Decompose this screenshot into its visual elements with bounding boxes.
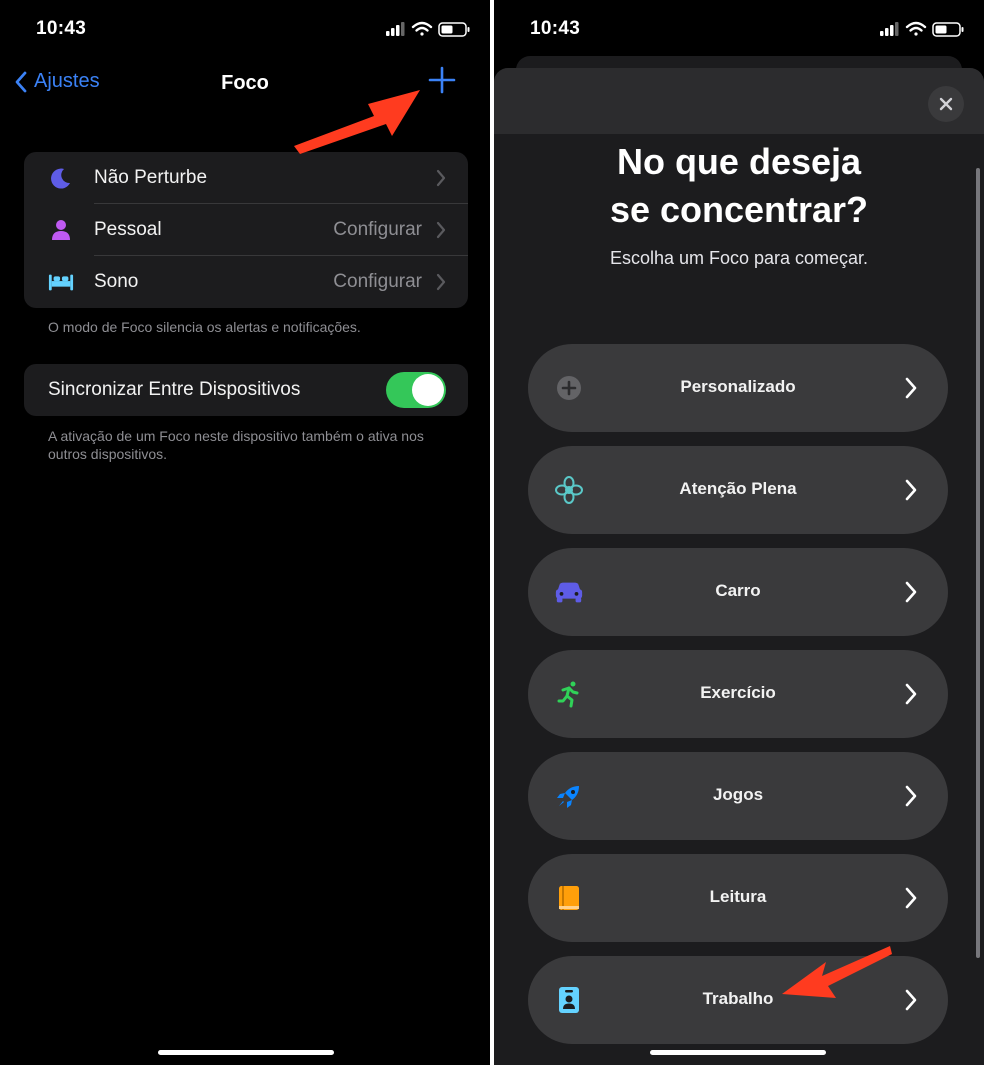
chevron-right-icon [905,683,917,705]
sync-label: Sincronizar Entre Dispositivos [48,379,301,400]
person-icon [48,217,74,243]
focus-option-personalizado[interactable]: Personalizado [528,344,948,432]
close-button[interactable] [928,86,964,122]
sheet-header [494,68,984,134]
home-indicator [650,1050,826,1055]
focus-row-sono[interactable]: Sono Configurar [24,256,468,308]
moon-icon [48,165,74,191]
status-time: 10:43 [530,18,581,39]
option-label: Carro [715,581,761,600]
sheet-title-line2: se concentrar? [609,189,869,230]
left-screen: 10:43 Ajustes Foco Não Perturbe Pessoal … [0,0,490,1065]
wifi-icon [411,21,433,36]
battery-icon [932,22,964,37]
focus-row-value: Configurar [333,271,422,292]
focus-option-jogos[interactable]: Jogos [528,752,948,840]
status-time: 10:43 [36,18,87,39]
focus-option-atencao-plena[interactable]: Atenção Plena [528,446,948,534]
option-label: Jogos [712,785,764,804]
annotation-arrow [782,946,892,998]
battery-icon [438,22,470,37]
close-icon [939,97,953,111]
toggle-knob [412,374,444,406]
sheet-subtitle: Escolha um Foco para começar. [609,248,869,268]
status-icons [880,21,964,37]
status-bar: 10:43 [494,0,984,58]
focus-row-label: Pessoal [94,219,162,240]
signal-icon [880,22,899,36]
focus-option-carro[interactable]: Carro [528,548,948,636]
chevron-right-icon [436,273,446,291]
scrollbar[interactable] [976,168,980,958]
focus-option-exercicio[interactable]: Exercício [528,650,948,738]
focus-row-label: Sono [94,271,139,292]
focus-footnote: O modo de Foco silencia os alertas e not… [48,319,361,335]
sync-footnote: A ativação de um Foco neste dispositivo … [48,428,424,462]
chevron-right-icon [905,989,917,1011]
focus-option-leitura[interactable]: Leitura [528,854,948,942]
chevron-right-icon [905,581,917,603]
focus-row-label: Não Perturbe [94,167,208,188]
annotation-arrow [294,90,420,154]
status-icons [386,21,470,37]
sync-toggle[interactable] [386,372,446,408]
focus-row-nao-perturbe[interactable]: Não Perturbe [24,152,468,204]
chevron-right-icon [905,377,917,399]
right-screen: 10:43 No que deseja se concentrar? Escol… [494,0,984,1065]
sync-row: Sincronizar Entre Dispositivos [24,364,468,416]
focus-row-value: Configurar [333,219,422,240]
chevron-right-icon [436,221,446,239]
chevron-right-icon [905,887,917,909]
option-label: Exercício [700,683,776,702]
chevron-right-icon [905,479,917,501]
sheet-title: No que deseja se concentrar? [494,138,984,234]
add-focus-button[interactable] [426,64,458,96]
signal-icon [386,22,405,36]
sheet-title-line1: No que deseja [616,141,862,182]
choose-focus-sheet: No que deseja se concentrar? Escolha um … [494,68,984,1065]
chevron-right-icon [905,785,917,807]
option-label: Leitura [709,887,767,906]
option-label: Atenção Plena [679,479,797,498]
focus-list: Não Perturbe Pessoal Configurar Sono Con… [24,152,468,308]
bed-icon [48,269,74,295]
home-indicator [158,1050,334,1055]
chevron-right-icon [436,169,446,187]
focus-row-pessoal[interactable]: Pessoal Configurar [24,204,468,256]
status-bar: 10:43 [0,0,490,58]
sync-group: Sincronizar Entre Dispositivos [24,364,468,416]
option-label: Personalizado [680,377,796,396]
wifi-icon [905,21,927,36]
